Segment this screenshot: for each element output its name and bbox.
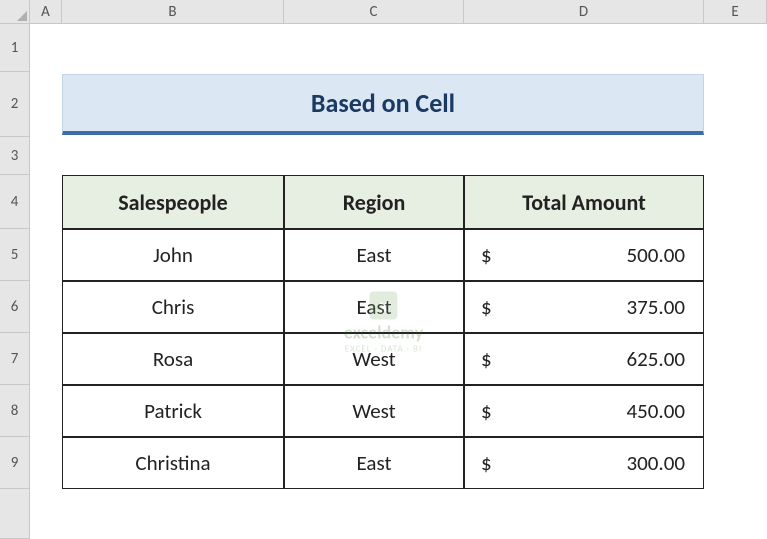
cell-E4[interactable] [704,175,767,229]
cell-A6[interactable] [30,281,62,333]
cell-C3[interactable] [284,137,464,175]
row-header-1[interactable]: 1 [0,24,30,72]
row-header-8[interactable]: 8 [0,385,30,437]
cell-region-1[interactable]: East [284,281,464,333]
title-merged-cell[interactable]: Based on Cell [62,72,704,137]
cell-E8[interactable] [704,385,767,437]
amount-value: 375.00 [626,294,685,320]
cell-C10[interactable] [284,489,464,539]
cell-B1[interactable] [62,24,284,72]
cell-E7[interactable] [704,333,767,385]
currency-symbol: $ [481,242,492,268]
header-amount[interactable]: Total Amount [464,175,704,229]
row-header-7[interactable]: 7 [0,333,30,385]
cell-amount-3[interactable]: $ 450.00 [464,385,704,437]
cell-E10[interactable] [704,489,767,539]
cell-A8[interactable] [30,385,62,437]
cell-name-2[interactable]: Rosa [62,333,284,385]
col-header-B[interactable]: B [62,0,284,24]
cell-name-1[interactable]: Chris [62,281,284,333]
col-header-E[interactable]: E [704,0,767,24]
amount-value: 300.00 [626,450,685,476]
cell-name-3[interactable]: Patrick [62,385,284,437]
cell-C1[interactable] [284,24,464,72]
cell-region-2[interactable]: West [284,333,464,385]
cell-A1[interactable] [30,24,62,72]
currency-symbol: $ [481,294,492,320]
cell-D10[interactable] [464,489,704,539]
row-header-6[interactable]: 6 [0,281,30,333]
cell-E6[interactable] [704,281,767,333]
row-header-3[interactable]: 3 [0,137,30,175]
cell-A3[interactable] [30,137,62,175]
cell-A4[interactable] [30,175,62,229]
cell-A2[interactable] [30,72,62,137]
cell-E2[interactable] [704,72,767,137]
cell-region-4[interactable]: East [284,437,464,489]
amount-value: 625.00 [626,346,685,372]
currency-symbol: $ [481,346,492,372]
amount-value: 450.00 [626,398,685,424]
row-header-10[interactable] [0,489,30,539]
currency-symbol: $ [481,398,492,424]
cell-B3[interactable] [62,137,284,175]
cell-A10[interactable] [30,489,62,539]
header-region[interactable]: Region [284,175,464,229]
cell-E1[interactable] [704,24,767,72]
cell-A7[interactable] [30,333,62,385]
cell-E5[interactable] [704,229,767,281]
cell-amount-2[interactable]: $ 625.00 [464,333,704,385]
cell-amount-1[interactable]: $ 375.00 [464,281,704,333]
cell-region-3[interactable]: West [284,385,464,437]
row-header-5[interactable]: 5 [0,229,30,281]
title-text: Based on Cell [311,87,455,119]
cell-amount-0[interactable]: $ 500.00 [464,229,704,281]
spreadsheet-grid: A B C D E 1 2 Based on Cell 3 4 Salespeo… [0,0,767,539]
amount-value: 500.00 [626,242,685,268]
cell-E3[interactable] [704,137,767,175]
title-box: Based on Cell [62,74,704,135]
col-header-A[interactable]: A [30,0,62,24]
cell-E9[interactable] [704,437,767,489]
select-all-corner[interactable] [0,0,30,24]
cell-region-0[interactable]: East [284,229,464,281]
cell-name-0[interactable]: John [62,229,284,281]
header-salespeople[interactable]: Salespeople [62,175,284,229]
col-header-D[interactable]: D [464,0,704,24]
cell-name-4[interactable]: Christina [62,437,284,489]
row-header-4[interactable]: 4 [0,175,30,229]
currency-symbol: $ [481,450,492,476]
col-header-C[interactable]: C [284,0,464,24]
cell-A9[interactable] [30,437,62,489]
cell-D1[interactable] [464,24,704,72]
cell-D3[interactable] [464,137,704,175]
cell-amount-4[interactable]: $ 300.00 [464,437,704,489]
cell-B10[interactable] [62,489,284,539]
cell-A5[interactable] [30,229,62,281]
row-header-2[interactable]: 2 [0,72,30,137]
row-header-9[interactable]: 9 [0,437,30,489]
